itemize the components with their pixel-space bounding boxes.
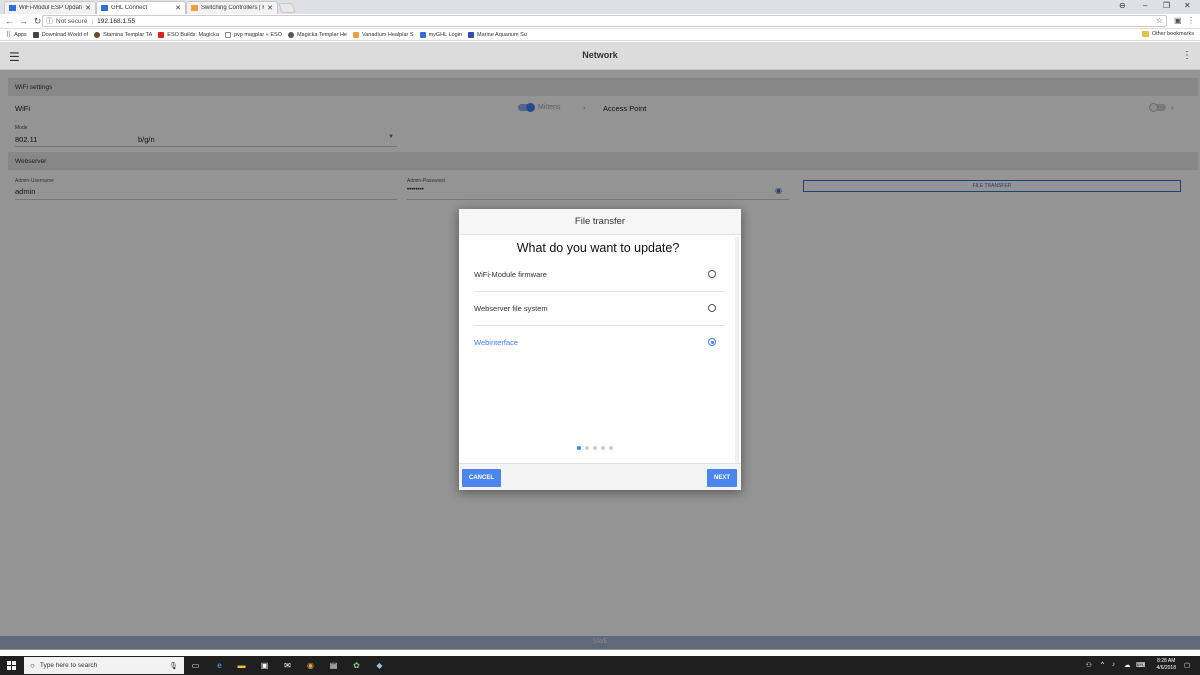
notes-app-icon[interactable]: ◆ [374, 660, 385, 671]
new-tab-button[interactable] [278, 3, 296, 13]
bookmark-item[interactable]: myGHL Login [419, 31, 462, 38]
chrome-icon[interactable]: ◉ [305, 660, 316, 671]
task-view-icon[interactable]: ▭ [190, 660, 201, 671]
bookmark-favicon-icon [32, 31, 39, 38]
profile-icon[interactable]: ⊖ [1119, 1, 1126, 10]
bookmark-star-icon[interactable]: ☆ [1156, 16, 1163, 25]
browser-tab-ghl-connect[interactable]: GHL Connect ✕ [96, 1, 186, 14]
close-icon[interactable]: ✕ [175, 4, 181, 12]
bookmark-item[interactable]: Vanadium Healplar S [352, 31, 414, 38]
browser-tab-strip: WiFi-Modul ESP Updatv ✕ GHL Connect ✕ Sw… [0, 0, 1200, 14]
bookmark-item[interactable]: ESO Builds: Magicka [158, 31, 219, 38]
dialog-footer: CANCEL NEXT [459, 463, 741, 490]
people-icon[interactable]: ⚇ [1086, 661, 1092, 669]
window-close-icon[interactable]: ✕ [1184, 1, 1191, 10]
tab-favicon-icon [9, 5, 16, 11]
bookmark-item[interactable]: pvp magplar « ESO [224, 31, 282, 38]
step-dot [585, 446, 589, 450]
bookmark-apps[interactable]: ⠿ Apps [6, 31, 27, 39]
file-transfer-dialog: File transfer What do you want to update… [459, 209, 741, 490]
app-header: ☰ Network ⋮ [0, 42, 1200, 70]
url-text: 192.168.1.55 [97, 17, 136, 25]
apps-grid-icon: ⠿ [6, 31, 12, 39]
cancel-button[interactable]: CANCEL [462, 469, 501, 487]
search-icon: ○ [30, 661, 35, 670]
microphone-icon[interactable]: 🎙 [169, 662, 178, 670]
notifications-icon[interactable]: ▢ [1184, 661, 1190, 669]
option-webinterface[interactable]: Webinterface [474, 326, 724, 360]
step-dot [609, 446, 613, 450]
edge-browser-icon[interactable]: e [214, 660, 225, 671]
radio-button[interactable] [708, 270, 716, 278]
app-icon[interactable]: ✿ [351, 660, 362, 671]
dialog-scrollbar[interactable] [735, 237, 739, 463]
next-button[interactable]: NEXT [707, 469, 737, 487]
other-bookmarks[interactable]: Other bookmarks [1141, 31, 1194, 37]
more-options-icon[interactable]: ⋮ [1182, 50, 1192, 61]
minimize-icon[interactable]: – [1143, 1, 1147, 10]
option-label: Webserver file system [474, 304, 548, 313]
url-separator: | [91, 17, 94, 25]
radio-button[interactable] [708, 304, 716, 312]
show-hidden-icons[interactable]: ^ [1101, 661, 1104, 668]
dialog-question: What do you want to update? [516, 241, 680, 255]
info-icon[interactable]: ⓘ [46, 16, 53, 26]
close-icon[interactable]: ✕ [85, 4, 91, 12]
folder-icon [1141, 31, 1149, 37]
browser-tab-wifi-modul[interactable]: WiFi-Modul ESP Updatv ✕ [4, 1, 96, 14]
close-icon[interactable]: ✕ [267, 4, 273, 12]
file-explorer-icon[interactable]: ▬ [236, 660, 247, 671]
extension-icon[interactable]: ▣ [1174, 16, 1182, 25]
security-status: Not secure [56, 17, 88, 25]
tab-favicon-icon [191, 5, 198, 11]
bookmark-item[interactable]: Stamina Templar TA [94, 31, 152, 38]
step-dot [601, 446, 605, 450]
bookmarks-bar: ⠿ Apps Download World of Stamina Templar… [0, 29, 1200, 41]
option-wifi-module-firmware[interactable]: WiFi-Module firmware [474, 258, 724, 292]
option-label: Webinterface [474, 338, 519, 347]
browser-menu-icon[interactable]: ⋮ [1187, 16, 1195, 25]
option-webserver-file-system[interactable]: Webserver file system [474, 292, 724, 326]
taskbar-search-input[interactable]: ○ Type here to search 🎙 [24, 657, 184, 674]
store-icon[interactable]: ▣ [259, 660, 270, 671]
windows-start-icon[interactable] [7, 661, 16, 670]
windows-taskbar: ○ Type here to search 🎙 ▭ e ▬ ▣ ✉ ◉ ▤ ✿ … [0, 656, 1200, 675]
bookmark-favicon-icon [287, 31, 294, 38]
page-icon [224, 31, 231, 38]
step-dot [593, 446, 597, 450]
step-dot-active [577, 446, 581, 450]
youtube-icon [158, 31, 165, 38]
bookmark-item[interactable]: Marine Aquarium Su [467, 31, 527, 38]
url-omnibox[interactable]: ⓘ Not secure | 192.168.1.55 ☆ [42, 15, 1167, 27]
bookmark-item[interactable]: Magicka Templar He [287, 31, 347, 38]
page-title: Network [582, 50, 618, 60]
mail-icon[interactable]: ✉ [282, 660, 293, 671]
tab-favicon-icon [101, 5, 108, 11]
terminal-icon[interactable]: ▤ [328, 660, 339, 671]
bookmark-favicon-icon [467, 31, 474, 38]
bookmark-item[interactable]: Download World of [32, 31, 88, 38]
step-indicator [577, 446, 617, 450]
keyboard-icon[interactable]: ⌨ [1136, 661, 1145, 669]
volume-icon[interactable]: ♪ [1112, 661, 1115, 668]
bookmark-favicon-icon [419, 31, 426, 38]
bookmark-favicon-icon [94, 31, 101, 38]
back-arrow-icon[interactable]: ← [5, 16, 14, 26]
radio-button-selected[interactable] [708, 338, 716, 346]
forward-arrow-icon[interactable]: → [19, 16, 28, 26]
network-icon[interactable]: ☁ [1124, 661, 1131, 669]
bookmark-favicon-icon [352, 31, 359, 38]
dialog-title: File transfer [459, 209, 741, 235]
reload-icon[interactable]: ↻ [33, 16, 42, 27]
maximize-icon[interactable]: ❐ [1163, 1, 1170, 10]
browser-tab-switching-controllers[interactable]: Switching Controllers | F ✕ [186, 1, 278, 14]
system-clock[interactable]: 8:28 AM 4/6/2018 [1157, 658, 1176, 672]
address-toolbar: ← → ↻ ⓘ Not secure | 192.168.1.55 ☆ [0, 14, 1200, 29]
option-label: WiFi-Module firmware [474, 270, 547, 279]
